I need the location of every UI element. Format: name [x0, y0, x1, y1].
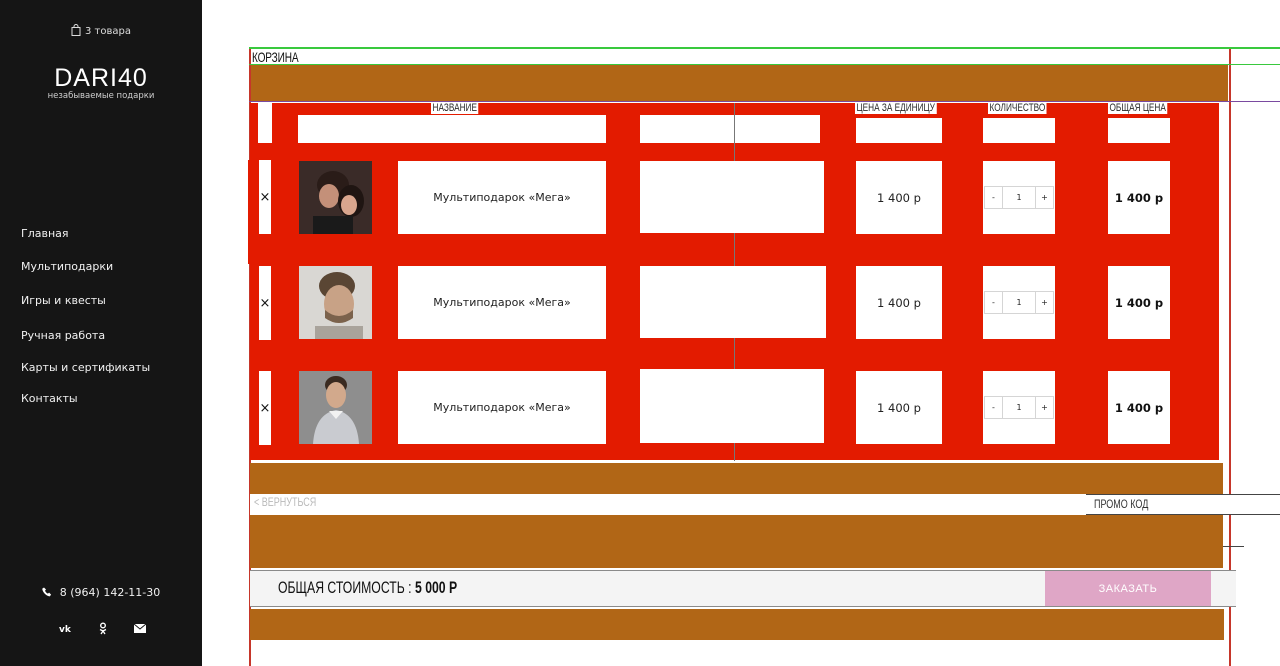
- row-gap: [640, 266, 826, 338]
- qty-value[interactable]: 1: [1003, 187, 1035, 208]
- quantity-stepper: -1 +: [983, 161, 1055, 234]
- product-name[interactable]: Мультиподарок «Мега»: [398, 161, 606, 234]
- row-gap: [640, 161, 824, 233]
- product-name[interactable]: Мультиподарок «Мега»: [398, 266, 606, 339]
- total-sum-label: ОБЩАЯ СТОИМОСТЬ :: [278, 578, 415, 597]
- qty-plus-button[interactable]: +: [1035, 292, 1053, 313]
- product-name[interactable]: Мультиподарок «Мега»: [398, 371, 606, 444]
- sidebar: 3 товара DARI40 незабываемые подарки Гла…: [0, 0, 202, 666]
- unit-price: 1 400 р: [856, 161, 942, 234]
- table-gap: [1108, 118, 1170, 143]
- mail-icon[interactable]: [132, 620, 148, 633]
- overlay-block: [250, 609, 1224, 640]
- nav-item-contacts[interactable]: Контакты: [21, 392, 78, 405]
- row-gap: [640, 369, 824, 443]
- outline-mark: [1223, 546, 1244, 547]
- order-button[interactable]: ЗАКАЗАТЬ: [1045, 571, 1211, 606]
- column-header-total: ОБЩАЯ ЦЕНА: [1108, 102, 1168, 114]
- page-title: КОРЗИНА: [252, 49, 299, 65]
- row-total: 1 400 р: [1108, 161, 1170, 234]
- row-total: 1 400 р: [1108, 371, 1170, 444]
- unit-price: 1 400 р: [856, 266, 942, 339]
- nav-item-handmade[interactable]: Ручная работа: [21, 329, 105, 342]
- remove-item-button[interactable]: ×: [259, 371, 271, 445]
- quantity-stepper: -1 +: [983, 266, 1055, 339]
- overlay-fragment: [248, 160, 258, 264]
- table-gap: [856, 118, 942, 143]
- odnoklassniki-icon[interactable]: [95, 620, 111, 635]
- promo-code-input[interactable]: ПРОМО КОД: [1086, 494, 1280, 515]
- cart-link[interactable]: 3 товара: [0, 24, 202, 37]
- qty-value[interactable]: 1: [1003, 292, 1035, 313]
- qty-minus-button[interactable]: -: [985, 187, 1003, 208]
- remove-item-button[interactable]: ×: [259, 160, 271, 234]
- qty-minus-button[interactable]: -: [985, 292, 1003, 313]
- socials: vk: [58, 620, 148, 635]
- qty-minus-button[interactable]: -: [985, 397, 1003, 418]
- column-header-unit-price: ЦЕНА ЗА ЕДИНИЦУ: [855, 102, 937, 114]
- vk-icon[interactable]: vk: [58, 620, 74, 635]
- logo[interactable]: DARI40: [0, 64, 202, 93]
- tagline: незабываемые подарки: [47, 91, 155, 101]
- table-gap: [258, 103, 272, 143]
- phone[interactable]: 8 (964) 142-11-30: [0, 586, 202, 599]
- column-header-name: НАЗВАНИЕ: [431, 102, 479, 114]
- nav-item-multigifts[interactable]: Мультиподарки: [21, 260, 113, 273]
- remove-item-button[interactable]: ×: [259, 266, 271, 340]
- qty-plus-button[interactable]: +: [1035, 187, 1053, 208]
- cart-count: 3 товара: [85, 26, 131, 37]
- product-image[interactable]: [299, 371, 372, 444]
- nav-item-home[interactable]: Главная: [21, 227, 69, 240]
- qty-plus-button[interactable]: +: [1035, 397, 1053, 418]
- table-gap: [298, 115, 606, 143]
- nav-item-cards[interactable]: Карты и сертификаты: [21, 361, 150, 374]
- shopping-bag-icon: [71, 24, 81, 36]
- svg-text:vk: vk: [59, 625, 72, 635]
- product-image[interactable]: [299, 266, 372, 339]
- product-image[interactable]: [299, 161, 372, 234]
- total-sum-value: 5 000 Р: [414, 578, 458, 597]
- total-sum: ОБЩАЯ СТОИМОСТЬ : 5 000 Р: [278, 578, 457, 598]
- promo-code-label: ПРОМО КОД: [1094, 497, 1149, 511]
- overlay-block-header: [251, 65, 1228, 101]
- nav-item-games[interactable]: Игры и квесты: [21, 294, 106, 307]
- back-link[interactable]: < ВЕРНУТЬСЯ: [254, 495, 316, 509]
- qty-value[interactable]: 1: [1003, 397, 1035, 418]
- phone-icon: [41, 587, 51, 597]
- unit-price: 1 400 р: [856, 371, 942, 444]
- row-total: 1 400 р: [1108, 266, 1170, 339]
- overlay-block: [250, 463, 1223, 494]
- column-header-quantity: КОЛИЧЕСТВО: [988, 102, 1047, 114]
- outline-top: [249, 47, 1280, 49]
- table-gap: [983, 118, 1055, 143]
- quantity-stepper: -1 +: [983, 371, 1055, 444]
- main-content: КОРЗИНА НАЗВАНИЕ ЦЕНА ЗА ЕДИНИЦУ КОЛИЧЕС…: [202, 0, 1280, 666]
- table-gap: [640, 115, 820, 143]
- phone-number: 8 (964) 142-11-30: [59, 586, 161, 599]
- overlay-block: [250, 515, 1223, 568]
